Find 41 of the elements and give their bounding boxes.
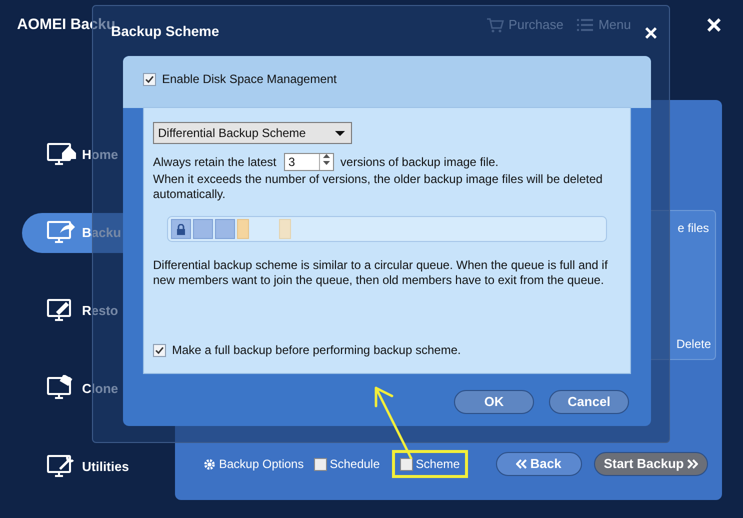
retain-label: Always retain the latest	[153, 154, 276, 171]
backup-slot	[215, 219, 235, 239]
retain-suffix: versions of backup image file.	[340, 154, 498, 171]
menu-icon	[577, 19, 594, 31]
backup-options-link[interactable]: Backup Options	[203, 455, 304, 473]
full-backup-checkbox-label[interactable]: Make a full backup before performing backup scheme.	[153, 341, 621, 359]
cart-icon	[486, 17, 504, 33]
double-chevron-left-icon	[516, 459, 528, 469]
close-icon	[645, 27, 657, 39]
header-link[interactable]: Menu	[577, 15, 631, 35]
checkbox-label[interactable]: Schedule	[314, 455, 380, 473]
close-button[interactable]	[643, 25, 659, 41]
sidebar-item[interactable]: Resto	[22, 291, 175, 331]
checkbox[interactable]	[400, 458, 413, 470]
enable-checkbox-label[interactable]: Enable Disk Space Management	[143, 70, 337, 88]
lock-icon	[176, 224, 186, 234]
retain-note: When it exceeds the number of versions, the older backup image files will be deleted automatically.	[153, 172, 604, 202]
differential-slot	[237, 219, 249, 239]
column-heading: e files	[678, 220, 710, 237]
highlighted-checkbox-label[interactable]: Scheme	[392, 450, 468, 478]
backup-slot	[193, 219, 213, 239]
dialog-button[interactable]: OK	[454, 390, 534, 414]
close-icon	[707, 18, 721, 32]
scheme-description: Differential backup scheme is similar to a circular queue. When the queue is full and if new members want to join the queue, then old members have to exit from the queue.	[153, 258, 609, 288]
checkbox[interactable]	[143, 72, 156, 86]
header-link[interactable]: Purchase	[486, 15, 564, 35]
start-backup-button[interactable]: Start Backup	[594, 452, 708, 476]
caret-icon	[335, 130, 345, 136]
gear-icon	[203, 458, 216, 470]
version-spinner[interactable]: 3	[284, 153, 334, 171]
close-button[interactable]	[705, 16, 723, 34]
delete-button[interactable]: Delete	[676, 335, 715, 359]
checkbox[interactable]	[153, 344, 166, 356]
back-button[interactable]: Back	[496, 452, 582, 476]
sidebar-item[interactable]: Clone	[22, 369, 175, 409]
scheme-dropdown[interactable]: Differential Backup Scheme	[153, 122, 352, 144]
pending-slot	[279, 219, 291, 239]
checkbox[interactable]	[314, 458, 327, 470]
double-chevron-right-icon	[686, 459, 698, 469]
sidebar-item[interactable]: Utilities	[22, 447, 175, 487]
dialog-button[interactable]: Cancel	[549, 390, 629, 414]
